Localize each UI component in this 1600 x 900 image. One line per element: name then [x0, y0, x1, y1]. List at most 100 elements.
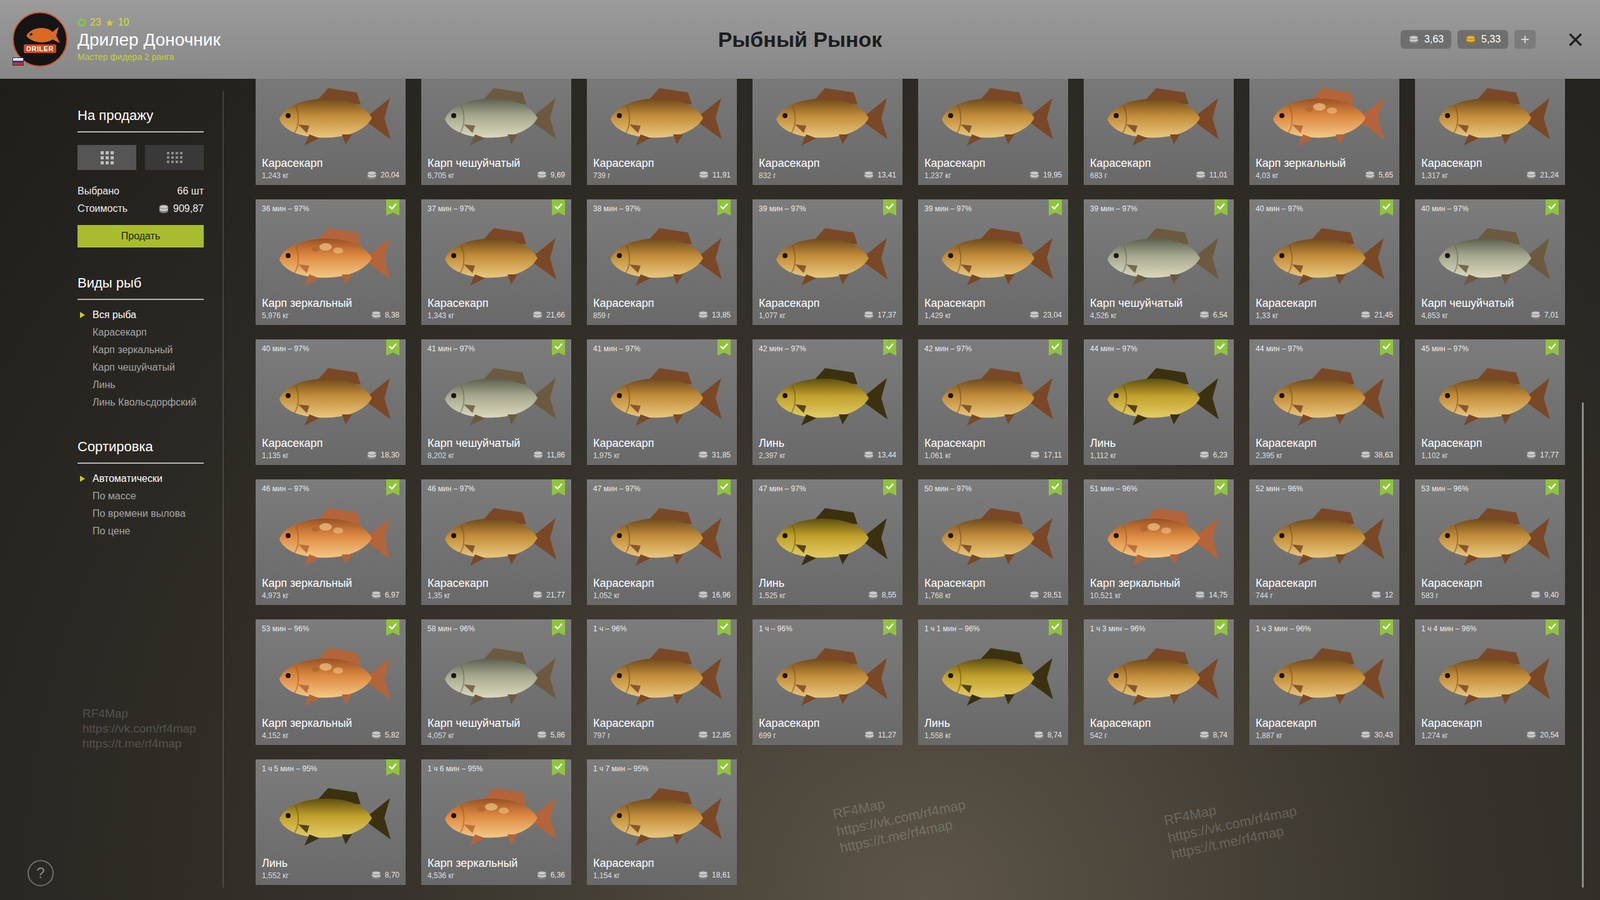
select-checkbox[interactable] [551, 479, 565, 496]
fish-card[interactable]: Карп чешуйчатый6,705 кг9,69 [421, 78, 572, 185]
select-checkbox[interactable] [1545, 199, 1559, 216]
filter-item[interactable]: Карп чешуйчатый [77, 358, 204, 377]
view-toggle[interactable] [145, 145, 204, 170]
fish-card[interactable]: Карп зеркальный4,03 кг5,65 [1249, 78, 1400, 185]
fish-card[interactable]: 45 мин – 97%Карасекарп1,102 кг17,77 [1415, 339, 1565, 465]
select-checkbox[interactable] [386, 619, 400, 636]
filter-item[interactable]: Линь [77, 376, 204, 394]
select-checkbox[interactable] [1214, 619, 1228, 636]
fish-card[interactable]: 44 мин – 97%Карасекарп2,395 кг38,63 [1249, 339, 1400, 465]
fish-card[interactable]: 40 мин – 97%Карасекарп1,33 кг21,45 [1249, 199, 1400, 325]
fish-card[interactable]: 47 мин – 97%Карасекарп1,052 кг16,96 [586, 479, 737, 605]
player-avatar[interactable]: DRILER [12, 11, 68, 67]
select-checkbox[interactable] [551, 339, 565, 356]
close-button[interactable]: × [1563, 25, 1588, 54]
fish-card[interactable]: 1 ч – 96%Карасекарп699 г11,27 [752, 619, 903, 745]
view-toggle[interactable] [77, 145, 137, 170]
select-checkbox[interactable] [1545, 619, 1559, 636]
select-checkbox[interactable] [1214, 199, 1228, 216]
fish-card[interactable]: Карасекарп1,243 кг20,04 [255, 78, 406, 185]
fish-card[interactable]: 1 ч 3 мин – 96%Карасекарп1,887 кг30,43 [1249, 619, 1400, 745]
fish-card[interactable]: 1 ч 7 мин – 95%Карасекарп1,154 кг18,61 [586, 759, 737, 885]
filter-item[interactable]: Вся рыба [77, 306, 204, 324]
select-checkbox[interactable] [1380, 339, 1394, 356]
select-checkbox[interactable] [883, 479, 897, 496]
help-button[interactable]: ? [27, 860, 54, 887]
select-checkbox[interactable] [1048, 199, 1062, 216]
select-checkbox[interactable] [717, 619, 731, 636]
fish-card[interactable]: Карасекарп1,237 кг19,95 [918, 78, 1069, 185]
fish-card[interactable]: 46 мин – 97%Карасекарп1,35 кг21,77 [421, 479, 572, 605]
select-checkbox[interactable] [551, 619, 565, 636]
fish-card[interactable]: 47 мин – 97%Линь1,525 кг8,55 [752, 479, 903, 605]
fish-card[interactable]: 1 ч – 96%Карасекарп797 г12,85 [586, 619, 737, 745]
select-checkbox[interactable] [551, 199, 565, 216]
filter-item[interactable]: По цене [77, 522, 204, 540]
scrollbar-thumb[interactable] [1581, 402, 1584, 888]
select-checkbox[interactable] [386, 339, 400, 356]
fish-card[interactable]: Карасекарп1,317 кг21,24 [1415, 78, 1565, 185]
select-checkbox[interactable] [1048, 479, 1062, 496]
filter-item[interactable]: Линь Квольсдорфский [77, 393, 204, 412]
fish-card[interactable]: 42 мин – 97%Карасекарп1,061 кг17,11 [918, 339, 1069, 465]
select-checkbox[interactable] [386, 199, 400, 216]
fish-card[interactable]: 39 мин – 97%Карасекарп1,429 кг23,04 [918, 199, 1069, 325]
select-checkbox[interactable] [1380, 199, 1394, 216]
select-checkbox[interactable] [1545, 339, 1559, 356]
filter-item[interactable]: Карасекарп [77, 323, 204, 342]
fish-card[interactable]: 50 мин – 97%Карасекарп1,768 кг28,51 [918, 479, 1069, 605]
select-checkbox[interactable] [883, 619, 897, 636]
select-checkbox[interactable] [717, 339, 731, 356]
fish-card[interactable]: Карасекарп739 г11,91 [586, 78, 737, 185]
select-checkbox[interactable] [717, 759, 731, 776]
fish-card[interactable]: 36 мин – 97%Карп зеркальный5,976 кг8,38 [255, 199, 406, 325]
fish-card[interactable]: 1 ч 5 мин – 95%Линь1,552 кг8,70 [255, 759, 406, 885]
fish-card[interactable]: 58 мин – 96%Карп чешуйчатый4,057 кг5,86 [421, 619, 572, 745]
select-checkbox[interactable] [386, 479, 400, 496]
fish-card[interactable]: 1 ч 4 мин – 96%Карасекарп1,274 кг20,54 [1415, 619, 1565, 745]
fish-card[interactable]: 41 мин – 97%Карасекарп1,975 кг31,85 [586, 339, 737, 465]
fish-card[interactable]: 40 мин – 97%Карасекарп1,135 кг18,30 [255, 339, 406, 465]
select-checkbox[interactable] [1048, 339, 1062, 356]
sell-button[interactable]: Продать [77, 225, 204, 248]
select-checkbox[interactable] [1048, 619, 1062, 636]
fish-card[interactable]: 42 мин – 97%Линь2,397 кг13,44 [752, 339, 903, 465]
filter-item[interactable]: По массе [77, 487, 204, 505]
select-checkbox[interactable] [1380, 479, 1394, 496]
card-info: Карасекарп744 г [1255, 576, 1317, 600]
scrollbar[interactable] [1581, 78, 1584, 900]
fish-card[interactable]: 53 мин – 96%Карасекарп583 г9,40 [1415, 479, 1565, 605]
select-checkbox[interactable] [386, 759, 400, 776]
filter-item[interactable]: Автоматически [77, 470, 204, 488]
fish-card[interactable]: 37 мин – 97%Карасекарп1,343 кг21,66 [421, 199, 572, 325]
filter-item[interactable]: Карп зеркальный [77, 341, 204, 359]
fish-card[interactable]: Карасекарп832 г13,41 [752, 78, 903, 185]
fish-card[interactable]: 44 мин – 97%Линь1,112 кг6,23 [1083, 339, 1234, 465]
add-currency-button[interactable]: + [1514, 30, 1536, 49]
select-checkbox[interactable] [1214, 339, 1228, 356]
fish-card[interactable]: 40 мин – 97%Карп чешуйчатый4,853 кг7,01 [1415, 199, 1565, 325]
fish-card[interactable]: 1 ч 1 мин – 96%Линь1,558 кг8,74 [918, 619, 1069, 745]
fish-card[interactable]: 38 мин – 97%Карасекарп859 г13,85 [586, 199, 737, 325]
select-checkbox[interactable] [1380, 619, 1394, 636]
select-checkbox[interactable] [1545, 479, 1559, 496]
select-checkbox[interactable] [717, 199, 731, 216]
select-checkbox[interactable] [1214, 479, 1228, 496]
fish-card[interactable]: 41 мин – 97%Карп чешуйчатый8,202 кг11,86 [421, 339, 572, 465]
select-checkbox[interactable] [883, 199, 897, 216]
select-checkbox[interactable] [717, 479, 731, 496]
fish-card[interactable]: 39 мин – 97%Карп чешуйчатый4,526 кг6,54 [1083, 199, 1234, 325]
filter-item[interactable]: По времени вылова [77, 505, 204, 523]
fish-card[interactable]: 1 ч 3 мин – 96%Карасекарп542 г8,74 [1083, 619, 1234, 745]
fish-image [586, 78, 737, 157]
fish-card[interactable]: 1 ч 6 мин – 95%Карп зеркальный4,536 кг6,… [421, 759, 572, 885]
card-info: Карасекарп1,061 кг [924, 436, 986, 460]
fish-card[interactable]: 51 мин – 96%Карп зеркальный10,521 кг14,7… [1083, 479, 1234, 605]
fish-card[interactable]: 52 мин – 96%Карасекарп744 г12 [1249, 479, 1400, 605]
fish-card[interactable]: 46 мин – 97%Карп зеркальный4,973 кг6,97 [255, 479, 406, 605]
fish-card[interactable]: 53 мин – 96%Карп зеркальный4,152 кг5,82 [255, 619, 406, 745]
select-checkbox[interactable] [551, 759, 565, 776]
fish-card[interactable]: 39 мин – 97%Карасекарп1,077 кг17,37 [752, 199, 903, 325]
select-checkbox[interactable] [883, 339, 897, 356]
fish-card[interactable]: Карасекарп683 г11,01 [1083, 78, 1234, 185]
